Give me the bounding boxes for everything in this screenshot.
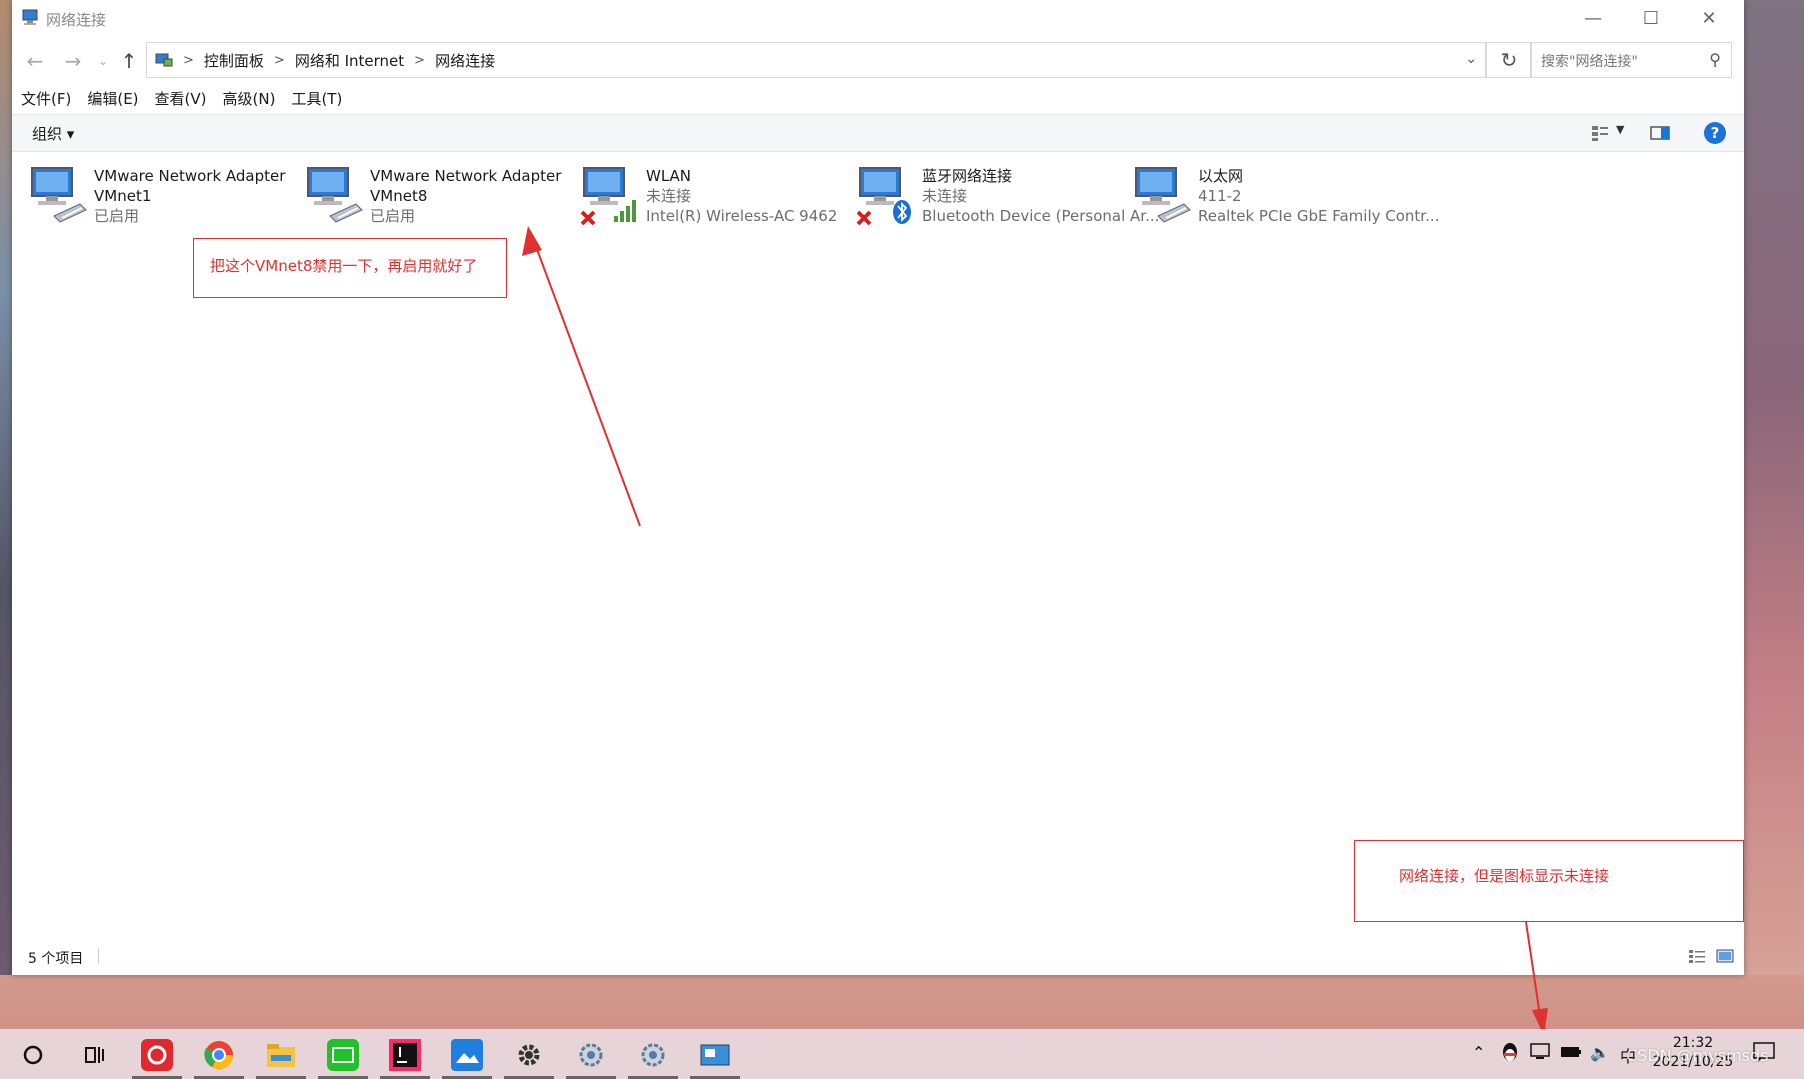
wifi-adapter-icon [580,167,636,226]
forward-arrow-icon[interactable]: → [60,48,86,74]
connection-status: 未连接 [922,187,968,205]
annotation-text: 网络连接，但是图标显示未连接 [1399,867,1610,885]
desktop-left-strip [0,0,12,975]
intellij-idea-icon[interactable] [380,1035,430,1079]
change-view-icon[interactable] [1590,123,1610,143]
breadcrumb: > 控制面板 > 网络和 Internet > 网络连接 [155,43,495,77]
bluetooth-adapter-icon [856,167,911,226]
connection-name: VMware Network Adapter [370,167,562,185]
menu-edit[interactable]: 编辑(E) [87,88,138,112]
breadcrumb-separator-icon: > [273,52,285,68]
menu-bar: 文件(F) 编辑(E) 查看(V) 高级(N) 工具(T) [12,88,1753,112]
menu-file[interactable]: 文件(F) [21,88,71,112]
details-view-icon[interactable] [1688,948,1706,964]
breadcrumb-separator-icon: > [183,52,194,68]
desktop-right-strip [1744,0,1804,975]
breadcrumb-separator-icon: > [414,52,426,68]
search-circle-icon[interactable] [8,1035,58,1075]
view-options-chevron-icon[interactable]: ▼ [1616,123,1624,143]
connection-name: VMware Network Adapter [94,167,286,185]
control-panel-icon [155,53,173,67]
annotation-arrow-vmnet8 [522,226,641,527]
netease-music-icon[interactable] [132,1035,182,1079]
network-settings-icon[interactable] [628,1035,678,1079]
address-row: ← → ⌄ ↑ > 控制面板 > 网络和 Internet > 网络连接 ⌄ ↻… [12,40,1744,82]
menu-advanced[interactable]: 高级(N) [223,88,276,112]
search-input[interactable]: 搜索"网络连接" ⚲ [1530,42,1732,78]
connection-network: VMnet8 [370,187,428,205]
title-bar: 网络连接 — ☐ ✕ [12,0,1744,36]
connection-text: 以太网 411-2 Realtek PCIe GbE Family Contr.… [1198,166,1439,226]
minimize-button[interactable]: — [1564,0,1622,36]
connection-status: 未连接 [646,187,692,205]
network-connections-icon [22,9,38,25]
annotation-arrow-tray [1525,921,1548,1036]
connection-name: WLAN [646,167,692,185]
large-icons-view-icon[interactable] [1716,948,1734,964]
connection-item-vmnet1[interactable]: VMware Network Adapter VMnet1 已启用 [28,164,338,234]
qq-penguin-icon[interactable] [1500,1041,1520,1063]
network-adapter-icon [307,167,363,223]
ethernet-adapter-icon [1135,167,1191,223]
address-dropdown-chevron-icon[interactable]: ⌄ [1465,51,1477,67]
battery-icon[interactable] [1560,1045,1582,1059]
network-settings-icon[interactable] [566,1035,616,1079]
connection-network: 411-2 [1198,187,1242,205]
organize-button[interactable]: 组织 ▾ [32,123,74,144]
breadcrumb-control-panel[interactable]: 控制面板 [204,50,264,71]
connection-device: Bluetooth Device (Personal Ar... [922,207,1160,225]
item-count: 5 个项目 [28,951,84,967]
connection-text: VMware Network Adapter VMnet8 已启用 [370,166,561,226]
preview-pane-icon[interactable] [1650,123,1670,143]
up-arrow-icon[interactable]: ↑ [116,48,142,74]
settings-gear-icon[interactable] [504,1035,554,1079]
command-toolbar: 组织 ▾ ▼ ? [12,114,1744,152]
chrome-icon[interactable] [194,1035,244,1079]
task-view-icon[interactable] [70,1035,120,1075]
connection-item-ethernet[interactable]: 以太网 411-2 Realtek PCIe GbE Family Contr.… [1132,164,1442,234]
search-icon: ⚲ [1709,50,1721,69]
volume-icon[interactable]: 🔈 [1590,1043,1610,1062]
annotation-box-vmnet8: 把这个VMnet8禁用一下，再启用就好了 [193,238,507,298]
iqiyi-icon[interactable] [318,1035,368,1079]
connection-text: VMware Network Adapter VMnet1 已启用 [94,166,285,226]
network-connections-window: 网络连接 — ☐ ✕ ← → ⌄ ↑ > 控制面板 > 网络和 Internet… [12,0,1744,975]
search-placeholder: 搜索"网络连接" [1541,54,1638,70]
photos-app-icon[interactable] [442,1035,492,1079]
back-arrow-icon[interactable]: ← [22,48,48,74]
file-explorer-icon[interactable] [256,1035,306,1079]
maximize-button[interactable]: ☐ [1622,0,1680,36]
csdn-watermark: CSDN @mysmsds [1626,1046,1769,1065]
status-bar: 5 个项目 [12,938,1744,974]
window-title: 网络连接 [46,11,107,29]
network-adapter-icon [31,167,87,223]
breadcrumb-network-internet[interactable]: 网络和 Internet [295,50,404,71]
connection-item-bluetooth[interactable]: 蓝牙网络连接 未连接 Bluetooth Device (Personal Ar… [856,164,1166,234]
annotation-box-tray: 网络连接，但是图标显示未连接 [1354,840,1744,922]
connections-list: VMware Network Adapter VMnet1 已启用 VMware… [12,152,1744,932]
network-tray-icon[interactable] [1530,1043,1552,1061]
breadcrumb-network-connections[interactable]: 网络连接 [435,50,495,71]
show-hidden-icons-chevron-icon[interactable]: ⌃ [1472,1043,1485,1062]
control-panel-taskbar-icon[interactable] [690,1035,740,1079]
address-bar[interactable]: > 控制面板 > 网络和 Internet > 网络连接 ⌄ [146,42,1486,78]
connection-name: 以太网 [1198,167,1244,185]
help-icon[interactable]: ? [1704,122,1726,144]
connection-device: Realtek PCIe GbE Family Contr... [1198,207,1440,225]
connection-status: 已启用 [94,207,140,225]
connection-name: 蓝牙网络连接 [922,167,1013,185]
connection-network: VMnet1 [94,187,152,205]
refresh-button[interactable]: ↻ [1486,42,1532,78]
menu-tools[interactable]: 工具(T) [291,88,342,112]
status-divider [98,948,99,964]
connection-text: 蓝牙网络连接 未连接 Bluetooth Device (Personal Ar… [922,166,1159,226]
connection-text: WLAN 未连接 Intel(R) Wireless-AC 9462 [646,166,837,226]
taskbar: ⌃ 🔈 中 21:32 2021/10/25 [0,1029,1804,1079]
close-button[interactable]: ✕ [1680,0,1738,36]
recent-locations-chevron-icon[interactable]: ⌄ [90,48,116,74]
menu-view[interactable]: 查看(V) [155,88,207,112]
annotation-text: 把这个VMnet8禁用一下，再启用就好了 [210,257,478,275]
connection-device: Intel(R) Wireless-AC 9462 [646,207,838,225]
